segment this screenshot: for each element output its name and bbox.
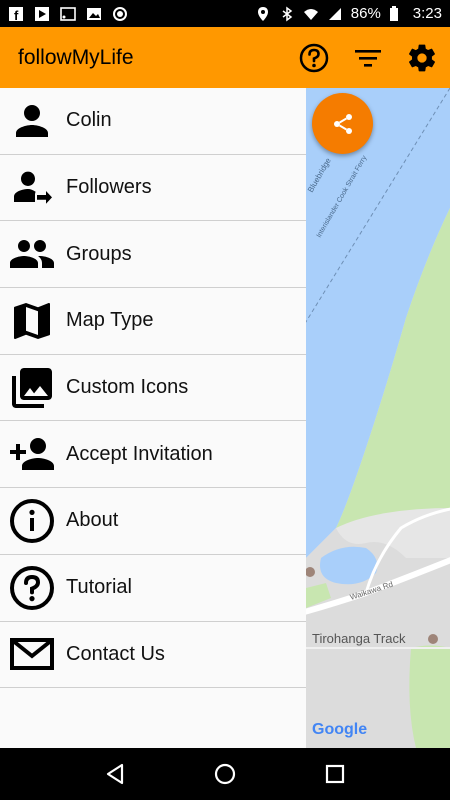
svg-text:f: f (14, 8, 19, 22)
share-icon (333, 113, 352, 134)
status-left: f (8, 6, 128, 23)
clock: 3:23 (412, 5, 442, 22)
app-title: followMyLife (18, 45, 134, 69)
status-right: 86% 3:23 (255, 5, 442, 22)
add-person-icon (6, 428, 58, 480)
drawer-item-tutorial[interactable]: Tutorial (0, 555, 306, 622)
drawer-item-label: Contact Us (66, 642, 165, 665)
facebook-icon: f (8, 6, 24, 23)
location-icon (255, 6, 271, 22)
share-button[interactable] (312, 93, 373, 154)
person-icon (6, 95, 58, 147)
map-view[interactable]: Bluebridge Interislander Cook Strait Fer… (306, 88, 450, 748)
google-logo: Google (312, 721, 367, 738)
cast-icon (60, 6, 76, 22)
filter-button[interactable] (352, 42, 384, 74)
circle-icon (112, 6, 128, 22)
drawer-item-label: Colin (66, 109, 112, 132)
signal-icon (327, 6, 343, 22)
drawer-item-about[interactable]: About (0, 488, 306, 555)
drawer-item-map-type[interactable]: Map Type (0, 288, 306, 355)
back-icon (106, 763, 124, 785)
photo-library-icon (6, 362, 58, 414)
help-button[interactable] (298, 42, 330, 74)
navigation-drawer: Colin Followers Groups Map Type Custom I… (0, 88, 306, 748)
status-bar: f 86% 3:23 (0, 0, 450, 27)
wifi-icon (303, 6, 319, 22)
drawer-item-label: Groups (66, 242, 132, 265)
mail-icon (6, 628, 58, 680)
recents-button[interactable] (320, 759, 350, 789)
place-marker-icon[interactable] (428, 634, 438, 644)
home-button[interactable] (210, 759, 240, 789)
app-bar: followMyLife (0, 27, 450, 88)
filter-icon (355, 49, 381, 67)
groups-icon (6, 228, 58, 280)
info-icon (6, 495, 58, 547)
drawer-item-followers[interactable]: Followers (0, 155, 306, 222)
app-actions (298, 42, 450, 74)
battery-icon (389, 5, 405, 22)
help-icon (299, 43, 329, 72)
followers-icon (6, 162, 58, 214)
settings-icon (409, 44, 435, 71)
map-icon (6, 295, 58, 347)
battery-percent: 86% (350, 5, 381, 22)
drawer-item-label: Custom Icons (66, 376, 189, 399)
settings-button[interactable] (406, 42, 438, 74)
home-icon (214, 763, 236, 785)
map-label-place: Tirohanga Track (312, 631, 406, 646)
drawer-item-label: Tutorial (66, 576, 132, 599)
drawer-item-label: Accept Invitation (66, 442, 213, 465)
help-circle-icon (6, 562, 58, 614)
recents-icon (325, 764, 345, 784)
drawer-item-label: Map Type (66, 309, 154, 332)
drawer-item-groups[interactable]: Groups (0, 221, 306, 289)
system-nav-bar (0, 748, 450, 800)
map-canvas[interactable]: Bluebridge Interislander Cook Strait Fer… (306, 88, 450, 748)
drawer-item-label: Followers (66, 176, 152, 199)
drawer-item-colin[interactable]: Colin (0, 88, 306, 155)
drawer-item-label: About (66, 509, 119, 532)
drawer-item-contact-us[interactable]: Contact Us (0, 622, 306, 689)
play-store-icon (34, 6, 50, 22)
drawer-item-accept-invitation[interactable]: Accept Invitation (0, 421, 306, 489)
back-button[interactable] (100, 759, 130, 789)
bluetooth-icon (279, 6, 295, 22)
image-icon (86, 6, 102, 22)
drawer-item-custom-icons[interactable]: Custom Icons (0, 355, 306, 422)
